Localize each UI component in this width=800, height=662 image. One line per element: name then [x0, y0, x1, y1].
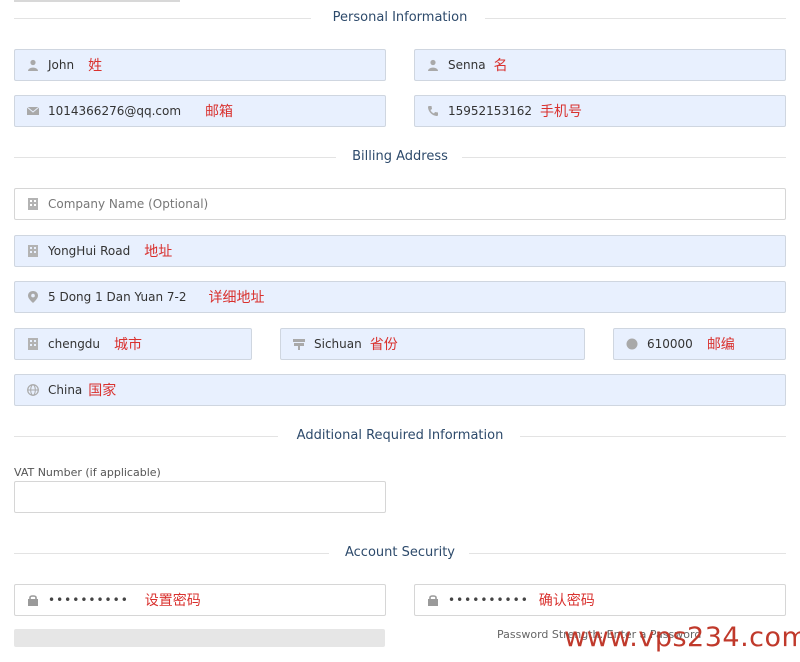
company-name-placeholder: Company Name (Optional): [48, 197, 209, 211]
building-icon: [27, 245, 39, 257]
building-icon: [27, 338, 39, 350]
globe-icon: [27, 384, 39, 396]
building-icon: [27, 198, 39, 210]
postcode-value: 610000: [647, 337, 693, 351]
country-field[interactable]: China 国家: [14, 374, 786, 406]
state-value: Sichuan: [314, 337, 362, 351]
password-field[interactable]: •••••••••• 设置密码: [14, 584, 386, 616]
address1-note: 地址: [144, 244, 173, 260]
section-account-security: Account Security: [14, 543, 786, 563]
last-name-note: 名: [493, 58, 508, 74]
email-value: 1014366276@qq.com: [48, 104, 182, 118]
email-note: 邮箱: [205, 104, 234, 120]
password-strength-bar: [14, 629, 385, 647]
company-name-field[interactable]: Company Name (Optional): [14, 188, 786, 220]
first-name-note: 姓: [88, 58, 103, 74]
state-note: 省份: [369, 337, 398, 353]
postcode-field[interactable]: 610000 邮编: [613, 328, 786, 360]
phone-field[interactable]: 15952153162 手机号: [414, 95, 786, 127]
address2-value: 5 Dong 1 Dan Yuan 7-2: [48, 290, 187, 304]
user-icon: [27, 59, 39, 71]
postcode-note: 邮编: [706, 337, 735, 353]
section-personal-information: Personal Information: [14, 8, 786, 28]
confirm-password-note: 确认密码: [538, 593, 595, 609]
city-note: 城市: [114, 337, 143, 353]
confirm-password-field[interactable]: •••••••••• 确认密码: [414, 584, 786, 616]
first-name-value: John: [48, 58, 75, 72]
phone-value: 15952153162: [448, 104, 532, 118]
lock-icon: [27, 594, 39, 606]
map-marker-icon: [27, 291, 39, 303]
top-divider: [14, 0, 180, 2]
phone-note: 手机号: [539, 104, 582, 120]
email-field[interactable]: 1014366276@qq.com 邮箱: [14, 95, 386, 127]
lock-icon: [427, 594, 439, 606]
last-name-value: Senna: [448, 58, 486, 72]
signpost-icon: [293, 338, 305, 350]
section-title: Additional Required Information: [286, 428, 514, 443]
country-note: 国家: [88, 383, 117, 399]
address2-field[interactable]: 5 Dong 1 Dan Yuan 7-2 详细地址: [14, 281, 786, 313]
city-value: chengdu: [48, 337, 101, 351]
password-value: ••••••••••: [48, 593, 129, 607]
section-title: Account Security: [334, 545, 465, 560]
city-field[interactable]: chengdu 城市: [14, 328, 252, 360]
watermark: www.vps234.com: [564, 622, 800, 653]
first-name-field[interactable]: John 姓: [14, 49, 386, 81]
country-value: China: [48, 383, 83, 397]
section-billing-address: Billing Address: [14, 147, 786, 167]
address1-field[interactable]: YongHui Road 地址: [14, 235, 786, 267]
confirm-password-value: ••••••••••: [448, 593, 529, 607]
vat-number-label: VAT Number (if applicable): [14, 466, 161, 479]
phone-icon: [427, 105, 439, 117]
section-title: Personal Information: [322, 10, 478, 25]
password-note: 设置密码: [144, 593, 201, 609]
envelope-icon: [27, 105, 39, 117]
state-field[interactable]: Sichuan 省份: [280, 328, 585, 360]
section-additional-information: Additional Required Information: [14, 426, 786, 446]
address1-value: YongHui Road: [48, 244, 131, 258]
vat-number-input[interactable]: [14, 481, 386, 513]
user-icon: [427, 59, 439, 71]
section-title: Billing Address: [342, 149, 458, 164]
address2-note: 详细地址: [208, 290, 265, 306]
certificate-icon: [626, 338, 638, 350]
last-name-field[interactable]: Senna 名: [414, 49, 786, 81]
